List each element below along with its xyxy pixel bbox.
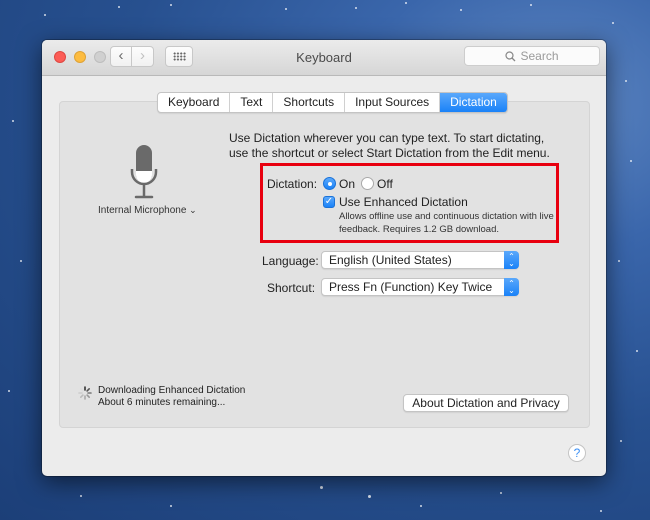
dictation-off-radio[interactable] [361, 177, 374, 190]
enhanced-dictation-checkbox[interactable]: ✓ [323, 196, 335, 208]
search-field[interactable]: Search [464, 46, 600, 66]
shortcut-value: Press Fn (Function) Key Twice [329, 280, 493, 294]
shortcut-popup[interactable]: Press Fn (Function) Key Twice ⌃ ⌄ [321, 278, 519, 296]
microphone-icon [130, 145, 158, 199]
help-button[interactable]: ? [568, 444, 586, 462]
tab-input-sources[interactable]: Input Sources [345, 93, 441, 112]
search-icon [505, 51, 516, 62]
tab-bar: Keyboard Text Shortcuts Input Sources Di… [157, 92, 508, 113]
download-status-title: Downloading Enhanced Dictation [98, 385, 246, 396]
dictation-off-label: Off [377, 177, 393, 191]
language-label: Language: [262, 254, 319, 268]
download-status: Downloading Enhanced Dictation About 6 m… [98, 385, 245, 409]
title-bar: ‹ › Keyboard Search [42, 40, 606, 76]
intro-text: Use Dictation wherever you can type text… [229, 131, 550, 160]
checkmark-icon: ✓ [324, 196, 334, 207]
progress-spinner-icon [78, 386, 92, 400]
language-value: English (United States) [329, 253, 452, 267]
about-dictation-privacy-button[interactable]: About Dictation and Privacy [403, 394, 569, 412]
language-popup[interactable]: English (United States) ⌃ ⌄ [321, 251, 519, 269]
popup-arrows-icon: ⌃ ⌄ [504, 251, 519, 269]
tab-keyboard[interactable]: Keyboard [158, 93, 231, 112]
enhanced-dictation-description: Allows offline use and continuous dictat… [339, 211, 554, 235]
enhanced-dictation-label: Use Enhanced Dictation [339, 195, 468, 209]
download-status-remaining: About 6 minutes remaining... [98, 397, 226, 408]
dictation-label: Dictation: [267, 177, 318, 191]
tab-text[interactable]: Text [230, 93, 274, 112]
shortcut-label: Shortcut: [267, 281, 316, 295]
microphone-label: Internal Microphone [98, 205, 187, 216]
microphone-selector[interactable]: Internal Microphone ⌄ [98, 205, 197, 216]
search-placeholder: Search [520, 49, 559, 63]
tab-shortcuts[interactable]: Shortcuts [273, 93, 346, 112]
keyboard-preferences-window: ‹ › Keyboard Search Keyboard Text Shortc… [42, 40, 606, 476]
dictation-on-label: On [339, 177, 356, 191]
tab-dictation[interactable]: Dictation [440, 93, 507, 112]
dictation-on-radio[interactable] [323, 177, 336, 190]
popup-arrows-icon: ⌃ ⌄ [504, 278, 519, 296]
chevron-down-icon: ⌄ [189, 205, 197, 215]
